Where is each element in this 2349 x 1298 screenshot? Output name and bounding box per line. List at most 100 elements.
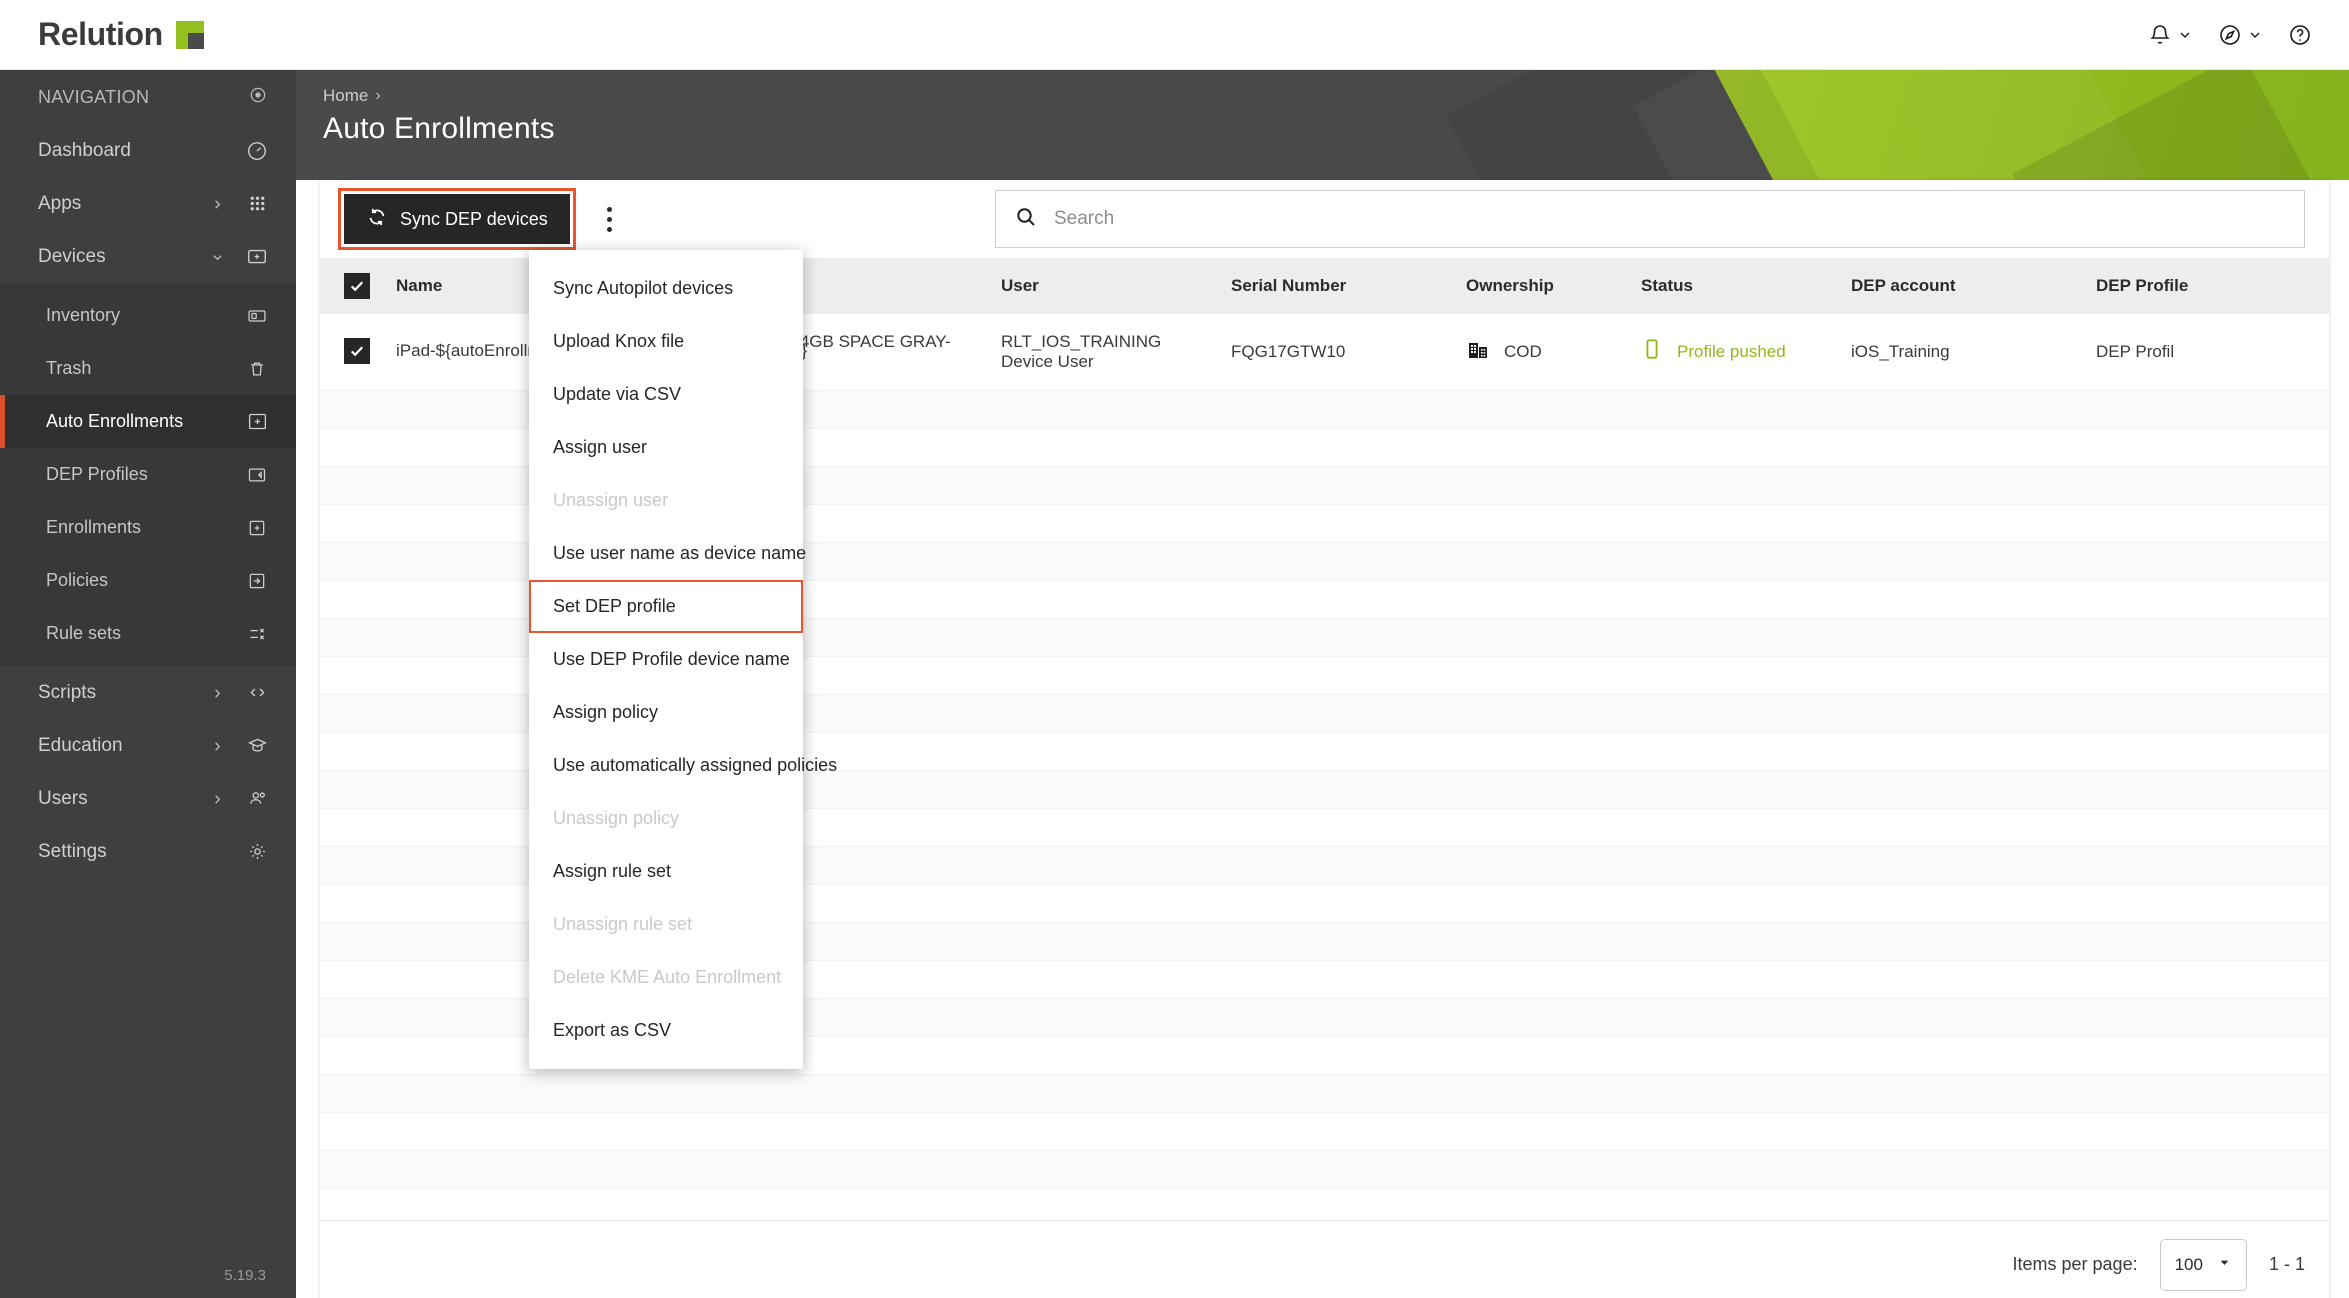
menu-item-assign-rule-set[interactable]: Assign rule set [529, 845, 803, 898]
kebab-menu-icon[interactable] [588, 194, 632, 244]
target-icon[interactable] [248, 85, 268, 110]
sidebar-item-label: Scripts [38, 681, 97, 703]
breadcrumb: Home › [323, 86, 2349, 106]
company-building-icon [1466, 337, 1490, 366]
gear-icon [242, 837, 272, 867]
sidebar-item-label: Inventory [46, 305, 121, 325]
sidebar-item-label: Settings [38, 840, 107, 862]
sync-dep-devices-label: Sync DEP devices [400, 208, 548, 229]
menu-item-label: Unassign rule set [553, 914, 693, 934]
menu-item-set-dep-profile[interactable]: Set DEP profile [529, 580, 803, 633]
breadcrumb-home-link[interactable]: Home [323, 86, 368, 106]
sidebar-item-users[interactable]: Users [0, 772, 296, 825]
menu-item-label: Use user name as device name [553, 543, 807, 563]
users-icon [242, 784, 272, 814]
sidebar-item-policies[interactable]: Policies [0, 554, 296, 607]
sidebar-item-auto-enrollments[interactable]: Auto Enrollments [0, 395, 296, 448]
dep-profile-icon [242, 460, 272, 490]
menu-item-assign-policy[interactable]: Assign policy [529, 686, 803, 739]
status-badge: Profile pushed [1677, 341, 1786, 361]
compass-icon [2217, 22, 2243, 48]
sidebar-subnav-devices: Inventory Trash Auto Enrollments DEP Pro… [0, 283, 296, 666]
menu-item-delete-kme-auto-enrollment: Delete KME Auto Enrollment [529, 951, 803, 1004]
menu-item-export-as-csv[interactable]: Export as CSV [529, 1004, 803, 1057]
row-checkbox[interactable] [344, 338, 370, 365]
menu-item-assign-user[interactable]: Assign user [529, 421, 803, 474]
sidebar-version: 5.19.3 [224, 1267, 266, 1284]
grid-icon [242, 189, 272, 219]
select-all-header [320, 258, 386, 314]
rule-set-icon [242, 619, 272, 649]
sidebar-item-devices[interactable]: Devices [0, 230, 296, 283]
items-per-page-label: Items per page: [2012, 1254, 2138, 1274]
sidebar-item-apps[interactable]: Apps [0, 177, 296, 230]
menu-item-label: Use DEP Profile device name [553, 649, 790, 669]
trash-icon [242, 354, 272, 384]
search-icon [1014, 205, 1038, 234]
menu-item-sync-autopilot-devices[interactable]: Sync Autopilot devices [529, 262, 803, 315]
menu-item-label: Delete KME Auto Enrollment [553, 967, 782, 987]
brand-logo[interactable]: Relution [38, 16, 204, 53]
sidebar-item-education[interactable]: Education [0, 719, 296, 772]
policy-icon [242, 566, 272, 596]
sidebar-item-dashboard[interactable]: Dashboard [0, 124, 296, 177]
menu-item-label: Unassign user [553, 490, 669, 510]
sidebar-item-label: Policies [46, 570, 109, 590]
enrollment-icon [242, 513, 272, 543]
menu-item-update-via-csv[interactable]: Update via CSV [529, 368, 803, 421]
table-filler-row [320, 1074, 2329, 1113]
help-button[interactable] [2277, 14, 2323, 56]
column-header-user[interactable]: User [991, 258, 1221, 314]
sidebar-item-settings[interactable]: Settings [0, 825, 296, 878]
cell-status: Profile pushed [1631, 314, 1841, 391]
menu-item-use-dep-profile-device-name[interactable]: Use DEP Profile device name [529, 633, 803, 686]
chevron-right-icon [210, 738, 226, 754]
sidebar-item-inventory[interactable]: Inventory [0, 289, 296, 342]
menu-item-use-automatically-assigned-policies[interactable]: Use automatically assigned policies [529, 739, 837, 792]
search-box[interactable] [995, 190, 2305, 248]
inventory-icon [242, 301, 272, 331]
select-all-checkbox[interactable] [344, 272, 370, 299]
help-circle-icon [2287, 22, 2313, 48]
sidebar-item-label: Education [38, 734, 123, 756]
menu-item-unassign-rule-set: Unassign rule set [529, 898, 803, 951]
menu-item-use-user-name-as-device-name[interactable]: Use user name as device name [529, 527, 807, 580]
sidebar-item-enrollments[interactable]: Enrollments [0, 501, 296, 554]
support-button[interactable] [2207, 14, 2273, 56]
sidebar-heading-label: NAVIGATION [38, 86, 150, 107]
column-header-ownership[interactable]: Ownership [1456, 258, 1631, 314]
menu-item-unassign-policy: Unassign policy [529, 792, 803, 845]
column-header-dep-account[interactable]: DEP account [1841, 258, 2086, 314]
items-per-page-select[interactable]: 100 [2159, 1238, 2247, 1291]
sidebar-item-rule-sets[interactable]: Rule sets [0, 607, 296, 660]
cell-dep-account: iOS_Training [1841, 314, 2086, 391]
column-header-serial-number[interactable]: Serial Number [1221, 258, 1456, 314]
app-root: Relution NAVIGATION Dashboard Apps Devic… [0, 0, 2349, 1298]
chevron-down-icon [2217, 1255, 2232, 1275]
sync-dep-devices-button[interactable]: Sync DEP devices [338, 188, 576, 250]
graduation-icon [242, 731, 272, 761]
sidebar-item-dep-profiles[interactable]: DEP Profiles [0, 448, 296, 501]
sidebar-item-label: Devices [38, 245, 106, 267]
table-filler-row [320, 1150, 2329, 1189]
chevron-down-icon [2247, 27, 2263, 43]
search-input[interactable] [1054, 208, 2286, 230]
sidebar-item-scripts[interactable]: Scripts [0, 666, 296, 719]
cell-ownership-label: COD [1504, 341, 1542, 361]
page-title: Auto Enrollments [323, 112, 555, 145]
chevron-right-icon [210, 791, 226, 807]
notifications-button[interactable] [2137, 14, 2203, 56]
bell-icon [2147, 22, 2173, 48]
chevron-right-icon [210, 196, 226, 212]
paginator: Items per page: 100 1 - 1 [320, 1220, 2329, 1298]
chevron-down-icon [2177, 27, 2193, 43]
sidebar-item-trash[interactable]: Trash [0, 342, 296, 395]
sidebar-item-label: Rule sets [46, 623, 122, 643]
sidebar-item-label: DEP Profiles [46, 464, 148, 484]
overflow-dropdown-menu: Sync Autopilot devices Upload Knox file … [529, 250, 837, 1069]
column-header-status[interactable]: Status [1631, 258, 1841, 314]
code-icon [242, 678, 272, 708]
sidebar-heading: NAVIGATION [0, 70, 296, 124]
menu-item-upload-knox-file[interactable]: Upload Knox file [529, 315, 803, 368]
column-header-dep-profile[interactable]: DEP Profile [2086, 258, 2329, 314]
